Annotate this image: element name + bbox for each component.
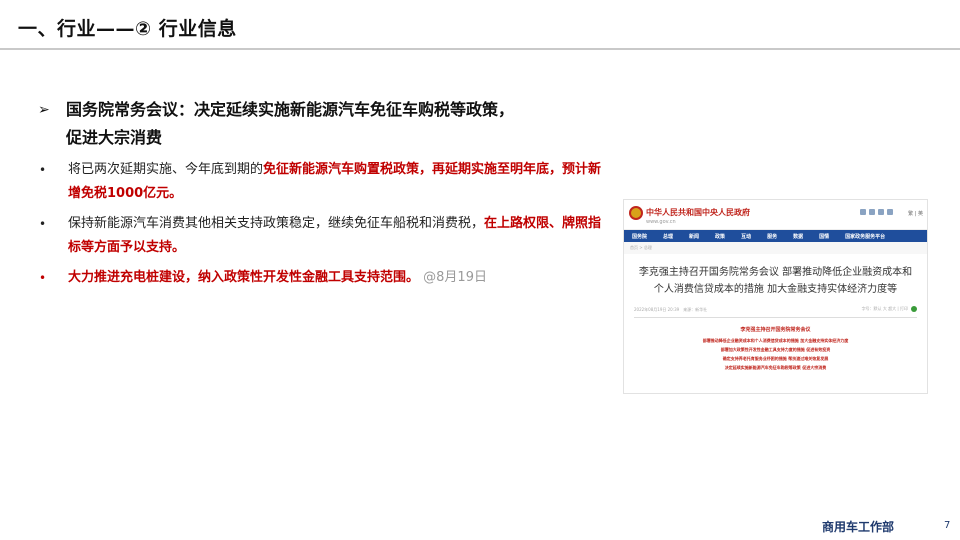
gov-site-header: 中华人民共和国中央人民政府 www.gov.cn 繁 | 英 <box>624 200 927 230</box>
news-date-source: 2022年08月19日 20:39 来源：新华社 <box>634 307 708 312</box>
main-content: ➢ 国务院常务会议：决定延续实施新能源汽车免征车购税等政策， 促进大宗消费 • … <box>38 96 608 296</box>
toolbar-icon <box>860 209 866 215</box>
news-summary-line: 部署加大政策性开发性金融工具支持力度的措施 促进有效投资 <box>720 347 831 352</box>
nav-item: 国务院 <box>632 233 648 240</box>
nav-item: 国家政务服务平台 <box>845 233 886 240</box>
section-heading: ➢ 国务院常务会议：决定延续实施新能源汽车免征车购税等政策， 促进大宗消费 <box>38 96 608 152</box>
bullet-dot-icon: • <box>39 163 47 177</box>
title-divider <box>0 48 960 50</box>
news-subtitle: 李克强主持召开国务院常务会议 <box>740 327 811 333</box>
gov-nav-bar: 国务院 总理 新闻 政策 互动 服务 数据 国情 国家政务服务平台 <box>624 230 927 242</box>
bullet-dot-icon: • <box>39 217 47 231</box>
nav-item: 总理 <box>663 233 674 240</box>
heading-line-2: 促进大宗消费 <box>66 128 163 147</box>
gov-website-screenshot: 中华人民共和国中央人民政府 www.gov.cn 繁 | 英 国务院 总理 新闻… <box>623 199 928 394</box>
nav-item: 服务 <box>767 233 778 240</box>
news-meta: 2022年08月19日 20:39 来源：新华社 字号：默认 大 超大 | 打印 <box>634 304 917 318</box>
gov-site-name: 中华人民共和国中央人民政府 <box>646 208 750 217</box>
gov-toolbar-text: 繁 | 英 <box>908 211 923 217</box>
news-summary-line: 确定支持养老托育服务业纾困的措施 帮扶渡过难关恢复发展 <box>722 356 829 361</box>
page-number: 7 <box>944 520 951 531</box>
toolbar-icon <box>887 209 893 215</box>
toolbar-icon <box>869 209 875 215</box>
nav-item: 政策 <box>715 233 726 240</box>
nav-item: 互动 <box>741 233 752 240</box>
bullet-3-highlight: 大力推进充电桩建设，纳入政策性开发性金融工具支持范围。 <box>68 270 420 285</box>
bullet-list: • 将已两次延期实施、今年底到期的免征新能源汽车购置税政策，再延期实施至明年底，… <box>38 158 608 290</box>
nav-item: 数据 <box>793 233 804 240</box>
news-summary-line: 部署推动降低企业融资成本和个人消费信贷成本的措施 加大金融支持实体经济力度 <box>702 338 849 343</box>
font-size-options: 字号：默认 大 超大 | 打印 <box>861 306 908 311</box>
gov-site-url: www.gov.cn <box>646 219 676 225</box>
bullet-1-text: 将已两次延期实施、今年底到期的 <box>68 162 264 177</box>
nav-item: 新闻 <box>689 233 700 240</box>
news-headline: 李克强主持召开国务院常务会议 部署推动降低企业融资成本和个人消费信贷成本的措施 … <box>638 267 913 295</box>
gov-breadcrumb: 首页 > 总理 <box>624 242 927 254</box>
bullet-item-1: • 将已两次延期实施、今年底到期的免征新能源汽车购置税政策，再延期实施至明年底，… <box>38 158 608 206</box>
bullet-3-date: @8月19日 <box>423 270 487 285</box>
bullet-item-2: • 保持新能源汽车消费其他相关支持政策稳定，继续免征车船税和消费税，在上路权限、… <box>38 212 608 260</box>
share-icon <box>911 306 917 312</box>
footer-department: 商用车工作部 <box>822 520 895 534</box>
national-emblem-icon <box>629 206 643 220</box>
news-summary-line: 决定延续实施新能源汽车免征车购税等政策 促进大宗消费 <box>724 365 827 370</box>
bullet-dot-icon: • <box>39 271 47 285</box>
nav-item: 国情 <box>819 233 830 240</box>
toolbar-icon <box>878 209 884 215</box>
bullet-item-3: • 大力推进充电桩建设，纳入政策性开发性金融工具支持范围。 @8月19日 <box>38 266 608 290</box>
bullet-2-text: 保持新能源汽车消费其他相关支持政策稳定，继续免征车船税和消费税， <box>68 216 485 231</box>
slide-title: 一、行业——② 行业信息 <box>18 18 237 40</box>
arrow-bullet-icon: ➢ <box>38 102 50 118</box>
gov-toolbar-icons <box>860 209 893 215</box>
heading-line-1: 国务院常务会议：决定延续实施新能源汽车免征车购税等政策， <box>66 100 515 119</box>
news-summary-lines: 部署推动降低企业融资成本和个人消费信贷成本的措施 加大金融支持实体经济力度 部署… <box>624 336 927 372</box>
news-tools: 字号：默认 大 超大 | 打印 <box>862 306 917 312</box>
